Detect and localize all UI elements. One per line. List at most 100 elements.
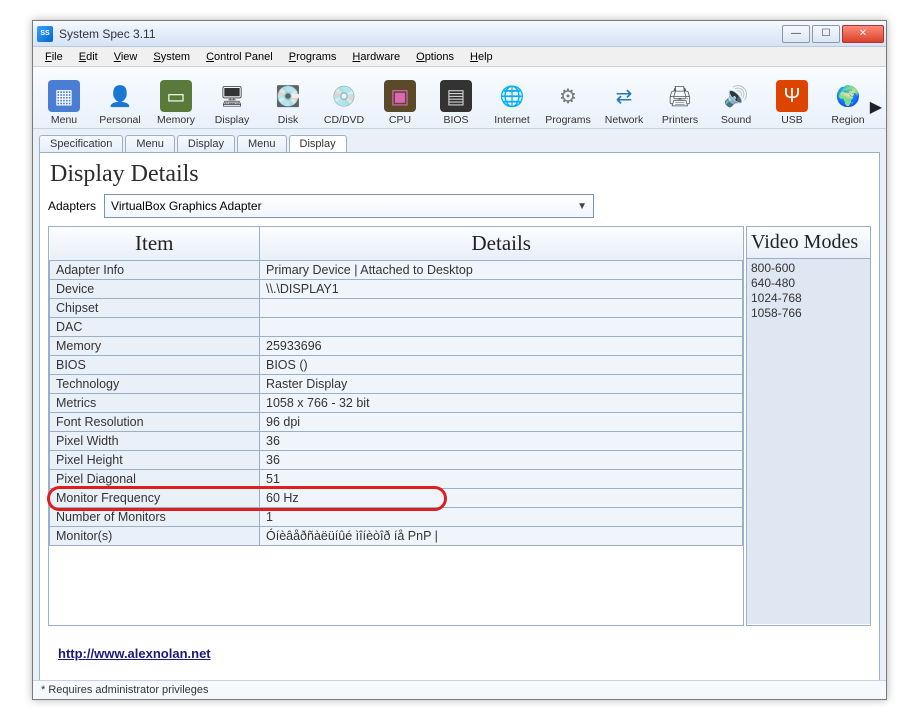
table-row[interactable]: Device\\.\DISPLAY1 <box>50 280 743 299</box>
cell-item: Pixel Diagonal <box>50 470 260 489</box>
table-row[interactable]: Monitor Frequency60 Hz <box>50 489 743 508</box>
table-row[interactable]: Adapter InfoPrimary Device | Attached to… <box>50 261 743 280</box>
cell-details <box>260 318 743 337</box>
cell-item: Device <box>50 280 260 299</box>
table-row[interactable]: Pixel Height36 <box>50 451 743 470</box>
titlebar[interactable]: SS System Spec 3.11 — ☐ ✕ <box>33 21 886 47</box>
toolbar-display[interactable]: 🖥Display <box>207 80 257 126</box>
list-item[interactable]: 1058-766 <box>751 306 866 321</box>
column-header-details[interactable]: Details <box>260 227 743 261</box>
close-button[interactable]: ✕ <box>842 25 884 43</box>
cell-item: Font Resolution <box>50 413 260 432</box>
tab-display[interactable]: Display <box>177 135 235 152</box>
table-row[interactable]: BIOSBIOS () <box>50 356 743 375</box>
table-row[interactable]: Chipset <box>50 299 743 318</box>
cell-item: Number of Monitors <box>50 508 260 527</box>
minimize-button[interactable]: — <box>782 25 810 43</box>
programs-icon: ⚙ <box>552 80 584 112</box>
menubar: FileEditViewSystemControl PanelProgramsH… <box>33 47 886 67</box>
video-modes-header: Video Modes <box>747 227 870 259</box>
video-modes-list[interactable]: 800-600640-4801024-7681058-766 <box>747 259 870 624</box>
table-row[interactable]: Pixel Diagonal51 <box>50 470 743 489</box>
tabstrip: SpecificationMenuDisplayMenuDisplay <box>33 129 886 152</box>
toolbar-label: Programs <box>545 114 591 126</box>
menu-control-panel[interactable]: Control Panel <box>198 49 281 65</box>
adapter-combo[interactable]: VirtualBox Graphics Adapter ▼ <box>104 194 594 218</box>
tab-display[interactable]: Display <box>289 135 347 153</box>
menu-edit[interactable]: Edit <box>71 49 106 65</box>
menu-help[interactable]: Help <box>462 49 501 65</box>
cell-details: 51 <box>260 470 743 489</box>
table-row[interactable]: Memory25933696 <box>50 337 743 356</box>
table-row[interactable]: Metrics1058 x 766 - 32 bit <box>50 394 743 413</box>
table-row[interactable]: Pixel Width36 <box>50 432 743 451</box>
table-row[interactable]: Number of Monitors1 <box>50 508 743 527</box>
toolbar-programs[interactable]: ⚙ Programs <box>543 80 593 126</box>
memory-icon: ▭ <box>160 80 192 112</box>
cell-details: Raster Display <box>260 375 743 394</box>
menu-hardware[interactable]: Hardware <box>344 49 408 65</box>
toolbar-network[interactable]: ⇄Network <box>599 80 649 126</box>
list-item[interactable]: 800-600 <box>751 261 866 276</box>
sound-icon: 🔊 <box>720 80 752 112</box>
toolbar-cd-dvd[interactable]: 💿CD/DVD <box>319 80 369 126</box>
cell-item: Metrics <box>50 394 260 413</box>
display-icon: 🖥 <box>216 80 248 112</box>
toolbar-region[interactable]: 🌍Region <box>823 80 873 126</box>
toolbar-label: Menu <box>51 114 77 126</box>
footer-link[interactable]: http://www.alexnolan.net <box>48 646 871 661</box>
menu-programs[interactable]: Programs <box>281 49 345 65</box>
cell-item: Pixel Height <box>50 451 260 470</box>
toolbar-internet[interactable]: 🌐Internet <box>487 80 537 126</box>
cell-details: 36 <box>260 451 743 470</box>
table-row[interactable]: Monitor(s)Óíèâåðñàëüíûé ìîíèòîð íå PnP | <box>50 527 743 546</box>
cd-dvd-icon: 💿 <box>328 80 360 112</box>
toolbar-label: Network <box>605 114 644 126</box>
toolbar-label: CPU <box>389 114 411 126</box>
toolbar-personal[interactable]: 👤Personal <box>95 80 145 126</box>
list-item[interactable]: 640-480 <box>751 276 866 291</box>
adapter-combo-value: VirtualBox Graphics Adapter <box>111 199 262 213</box>
cell-item: Memory <box>50 337 260 356</box>
menu-system[interactable]: System <box>145 49 198 65</box>
menu-options[interactable]: Options <box>408 49 462 65</box>
toolbar-scroll-right-icon[interactable]: ▶ <box>870 97 882 117</box>
toolbar-label: USB <box>781 114 803 126</box>
cell-item: Technology <box>50 375 260 394</box>
toolbar-label: Memory <box>157 114 195 126</box>
adapter-selector-row: Adapters VirtualBox Graphics Adapter ▼ <box>48 194 871 218</box>
column-header-item[interactable]: Item <box>50 227 260 261</box>
menu-file[interactable]: File <box>37 49 71 65</box>
toolbar-menu[interactable]: ▦ Menu <box>39 80 89 126</box>
details-table: Item Details Adapter InfoPrimary Device … <box>49 227 743 546</box>
toolbar-label: Sound <box>721 114 751 126</box>
menu-icon: ▦ <box>48 80 80 112</box>
toolbar-memory[interactable]: ▭ Memory <box>151 80 201 126</box>
table-row[interactable]: Font Resolution96 dpi <box>50 413 743 432</box>
toolbar-printers[interactable]: 🖨Printers <box>655 80 705 126</box>
list-item[interactable]: 1024-768 <box>751 291 866 306</box>
toolbar-label: Internet <box>494 114 530 126</box>
tab-specification[interactable]: Specification <box>39 135 123 152</box>
cell-item: Adapter Info <box>50 261 260 280</box>
app-icon: SS <box>37 26 53 42</box>
maximize-button[interactable]: ☐ <box>812 25 840 43</box>
table-row[interactable]: TechnologyRaster Display <box>50 375 743 394</box>
toolbar-bios[interactable]: ▤BIOS <box>431 80 481 126</box>
toolbar-disk[interactable]: 💽Disk <box>263 80 313 126</box>
toolbar-sound[interactable]: 🔊 Sound <box>711 80 761 126</box>
cell-details: 1 <box>260 508 743 527</box>
table-row[interactable]: DAC <box>50 318 743 337</box>
tab-menu[interactable]: Menu <box>237 135 287 152</box>
cell-details <box>260 299 743 318</box>
toolbar-label: BIOS <box>443 114 468 126</box>
tab-menu[interactable]: Menu <box>125 135 175 152</box>
menu-view[interactable]: View <box>106 49 146 65</box>
toolbar-label: Printers <box>662 114 698 126</box>
disk-icon: 💽 <box>272 80 304 112</box>
toolbar-cpu[interactable]: ▣CPU <box>375 80 425 126</box>
usb-icon: Ψ <box>776 80 808 112</box>
statusbar: * Requires administrator privileges <box>33 680 886 699</box>
toolbar-usb[interactable]: Ψ USB <box>767 80 817 126</box>
cell-details: 96 dpi <box>260 413 743 432</box>
